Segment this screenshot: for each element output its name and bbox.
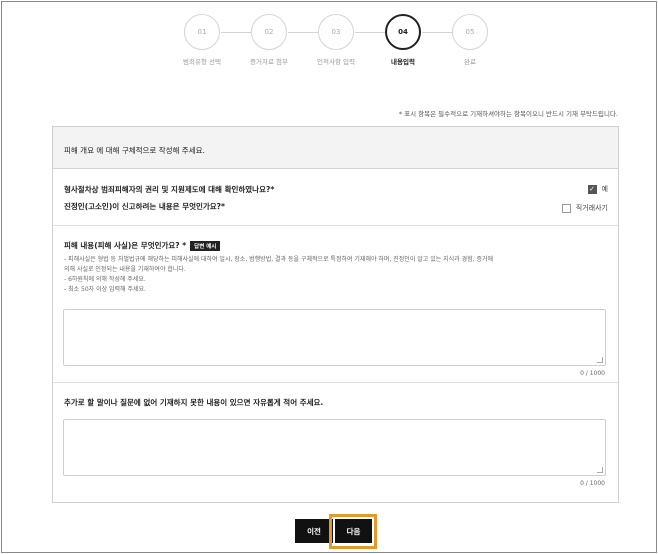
help-text: - 피해사실은 형법 등 처벌법규에 해당하는 피해사실에 대하여 일시, 장소… xyxy=(64,255,493,295)
step-label: 완료 xyxy=(464,58,476,66)
prev-button[interactable]: 이전 xyxy=(295,519,333,543)
checkbox-direct-fraud[interactable]: 직거래사기 xyxy=(561,203,608,213)
divider xyxy=(53,382,618,383)
step-circle: 05 xyxy=(452,14,488,50)
damage-content-textarea[interactable] xyxy=(63,309,606,366)
help-line: - 최소 50자 이상 입력해 주세요. xyxy=(64,286,146,293)
help-line: - 6하원칙에 의해 작성해 주세요. xyxy=(64,276,146,283)
checkbox-checked-icon[interactable]: ✓ xyxy=(587,184,597,194)
step-2: 02 증거자료 첨부 xyxy=(234,14,304,66)
additional-textarea[interactable] xyxy=(63,419,606,476)
progress-stepper: 01 범죄유형 선택 02 증거자료 첨부 03 인적사항 입력 04 내용입력… xyxy=(0,14,656,74)
checkbox-yes[interactable]: ✓ 예 xyxy=(587,184,608,194)
char-count: 0 / 1000 xyxy=(580,480,605,487)
step-circle: 02 xyxy=(251,14,287,50)
step-circle: 04 xyxy=(385,14,421,50)
step-1: 01 범죄유형 선택 xyxy=(167,14,237,66)
step-label: 증거자료 첨부 xyxy=(250,58,288,66)
checkbox-label: 예 xyxy=(601,185,608,193)
step-label: 범죄유형 선택 xyxy=(183,58,221,66)
help-line: 의해 사실로 인정되는 내용을 기재하여야 합니다. xyxy=(64,266,186,273)
section-title: 피해 개요 에 대해 구체적으로 작성해 주세요. xyxy=(64,146,205,155)
step-label: 인적사항 입력 xyxy=(317,58,355,66)
section-header: 피해 개요 에 대해 구체적으로 작성해 주세요. xyxy=(53,127,618,169)
step-5: 05 완료 xyxy=(435,14,505,66)
divider xyxy=(53,225,618,226)
checkbox-label: 직거래사기 xyxy=(575,204,608,212)
help-line: - 피해사실은 형법 등 처벌법규에 해당하는 피해사실에 대하여 일시, 장소… xyxy=(64,256,494,263)
step-circle: 01 xyxy=(184,14,220,50)
step-label: 내용입력 xyxy=(391,58,415,66)
question-rights-confirm: 형사절차상 범죄피해자의 권리 및 지원제도에 대해 확인하였나요?* xyxy=(64,185,275,194)
step-3: 03 인적사항 입력 xyxy=(301,14,371,66)
question-additional: 추가로 할 말이나 질문에 없어 기재하지 못한 내용이 있으면 자유롭게 적어… xyxy=(64,398,324,407)
next-button[interactable]: 다음 xyxy=(335,519,372,543)
question-damage-content: 피해 내용(피해 사실)은 무엇인가요? * 답변 예시 xyxy=(64,240,221,251)
step-circle: 03 xyxy=(318,14,354,50)
resize-handle[interactable] xyxy=(597,357,603,363)
question-report-type: 진정인(고소인)이 신고하려는 내용은 무엇인가요?* xyxy=(64,202,225,211)
required-notice: * 표시 항목은 필수적으로 기재하셔야하는 항목이오니 반드시 기재 부탁드립… xyxy=(398,110,618,118)
answer-example-button[interactable]: 답변 예시 xyxy=(190,241,221,251)
step-4-active: 04 내용입력 xyxy=(368,14,438,66)
char-count: 0 / 1000 xyxy=(580,370,605,377)
resize-handle[interactable] xyxy=(597,467,603,473)
damage-form: 피해 개요 에 대해 구체적으로 작성해 주세요. 형사절차상 범죄피해자의 권… xyxy=(52,126,619,503)
question-label: 피해 내용(피해 사실)은 무엇인가요? * xyxy=(64,241,187,250)
checkbox-icon[interactable] xyxy=(561,203,571,213)
